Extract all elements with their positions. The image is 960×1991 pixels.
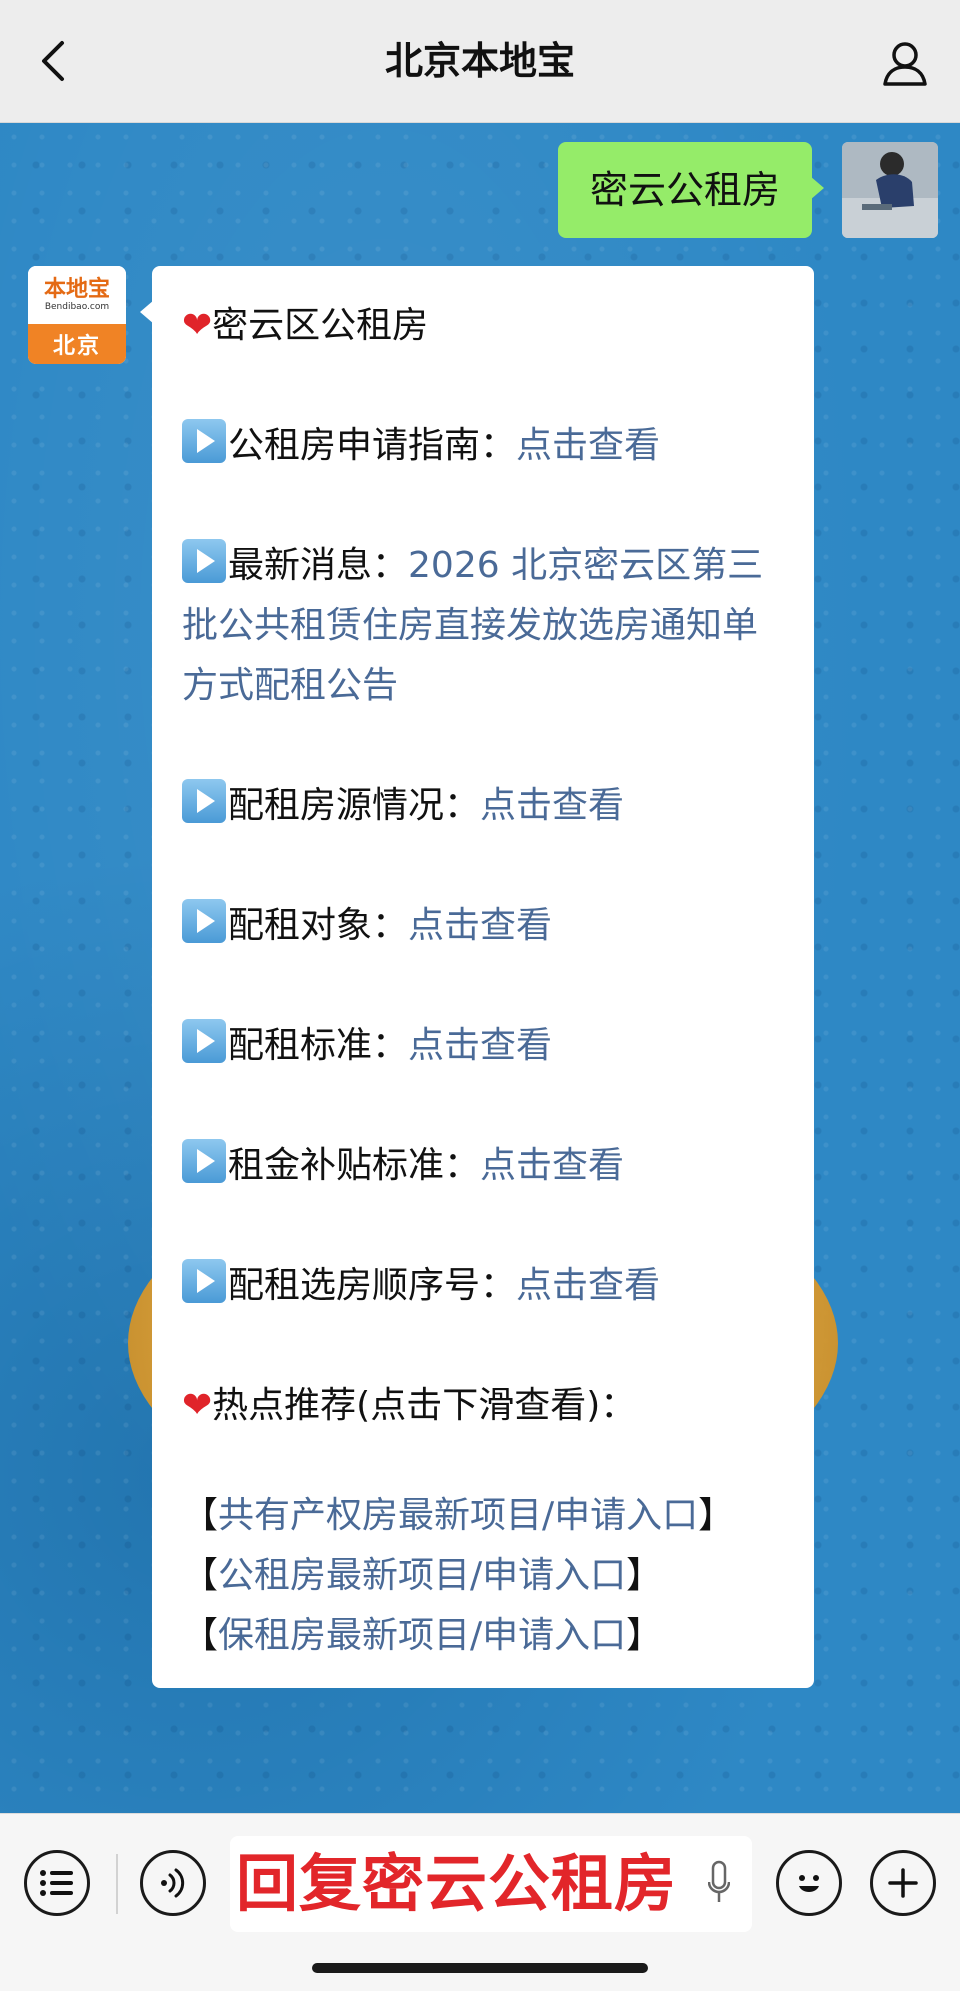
list-icon xyxy=(40,1870,73,1896)
list-item: 配租标准：点击查看 xyxy=(182,1016,786,1076)
message-input[interactable]: 回复密云公租房 xyxy=(230,1836,752,1932)
plus-icon xyxy=(888,1868,918,1898)
play-icon xyxy=(182,539,226,583)
item-link[interactable]: 点击查看 xyxy=(516,1265,660,1306)
play-icon xyxy=(182,1259,226,1303)
reply-hint-overlay: 回复密云公租房 xyxy=(236,1847,678,1920)
home-indicator xyxy=(312,1963,648,1973)
hot-link[interactable]: 【共有产权房最新项目/申请入口】 xyxy=(182,1486,786,1546)
list-item: 配租房源情况：点击查看 xyxy=(182,776,786,836)
hot-links-list: 【共有产权房最新项目/申请入口】 【公租房最新项目/申请入口】 【保租房最新项目… xyxy=(182,1486,786,1666)
bot-message-bubble: ❤密云区公租房 公租房申请指南：点击查看 最新消息：2026 北京密云区第三批公… xyxy=(140,266,814,1688)
person-icon xyxy=(883,42,927,86)
play-icon xyxy=(182,779,226,823)
voice-button[interactable] xyxy=(140,1850,206,1916)
play-icon xyxy=(182,899,226,943)
avatar-site-text: Bendibao.com xyxy=(44,302,110,312)
list-item: 公租房申请指南：点击查看 xyxy=(182,416,786,476)
emoji-button[interactable] xyxy=(776,1850,842,1916)
avatar-brand-text: 本地宝 xyxy=(43,276,110,302)
user-message-bubble[interactable]: 密云公租房 xyxy=(557,142,825,238)
voice-icon xyxy=(161,1868,185,1898)
item-link[interactable]: 点击查看 xyxy=(480,785,624,826)
microphone-icon xyxy=(708,1860,730,1902)
list-item: 配租选房顺序号：点击查看 xyxy=(182,1256,786,1316)
item-link[interactable]: 点击查看 xyxy=(516,425,660,466)
hot-link[interactable]: 【保租房最新项目/申请入口】 xyxy=(182,1606,786,1666)
list-item: 最新消息：2026 北京密云区第三批公共租赁住房直接发放选房通知单方式配租公告 xyxy=(182,536,786,716)
play-icon xyxy=(182,1019,226,1063)
hot-link[interactable]: 【公租房最新项目/申请入口】 xyxy=(182,1546,786,1606)
chevron-left-icon xyxy=(42,41,64,81)
user-avatar[interactable] xyxy=(842,142,938,238)
input-toolbar: 回复密云公租房 xyxy=(0,1813,960,1991)
user-avatar-image xyxy=(842,142,938,238)
menu-button[interactable] xyxy=(24,1850,90,1916)
heart-icon: ❤ xyxy=(182,1385,213,1426)
top-navigation-bar: 北京本地宝 xyxy=(0,0,960,123)
heart-icon: ❤ xyxy=(182,305,213,346)
page-title: 北京本地宝 xyxy=(384,39,575,83)
emoji-icon xyxy=(799,1875,819,1892)
play-icon xyxy=(182,419,226,463)
item-link[interactable]: 点击查看 xyxy=(408,1025,552,1066)
hot-title-line: ❤热点推荐(点击下滑查看)： xyxy=(182,1385,637,1426)
message-title-line: ❤密云区公租房 xyxy=(182,305,429,346)
item-link[interactable]: 点击查看 xyxy=(480,1145,624,1186)
list-item: 配租对象：点击查看 xyxy=(182,896,786,956)
list-item: 租金补贴标准：点击查看 xyxy=(182,1136,786,1196)
avatar-city-label: 北京 xyxy=(28,324,126,364)
item-link[interactable]: 点击查看 xyxy=(408,905,552,946)
toolbar-divider xyxy=(116,1854,118,1914)
play-icon xyxy=(182,1139,226,1183)
official-account-avatar[interactable]: 本地宝 Bendibao.com 北京 xyxy=(28,266,126,364)
profile-button[interactable] xyxy=(878,36,932,90)
back-button[interactable] xyxy=(28,36,78,86)
more-button[interactable] xyxy=(870,1850,936,1916)
